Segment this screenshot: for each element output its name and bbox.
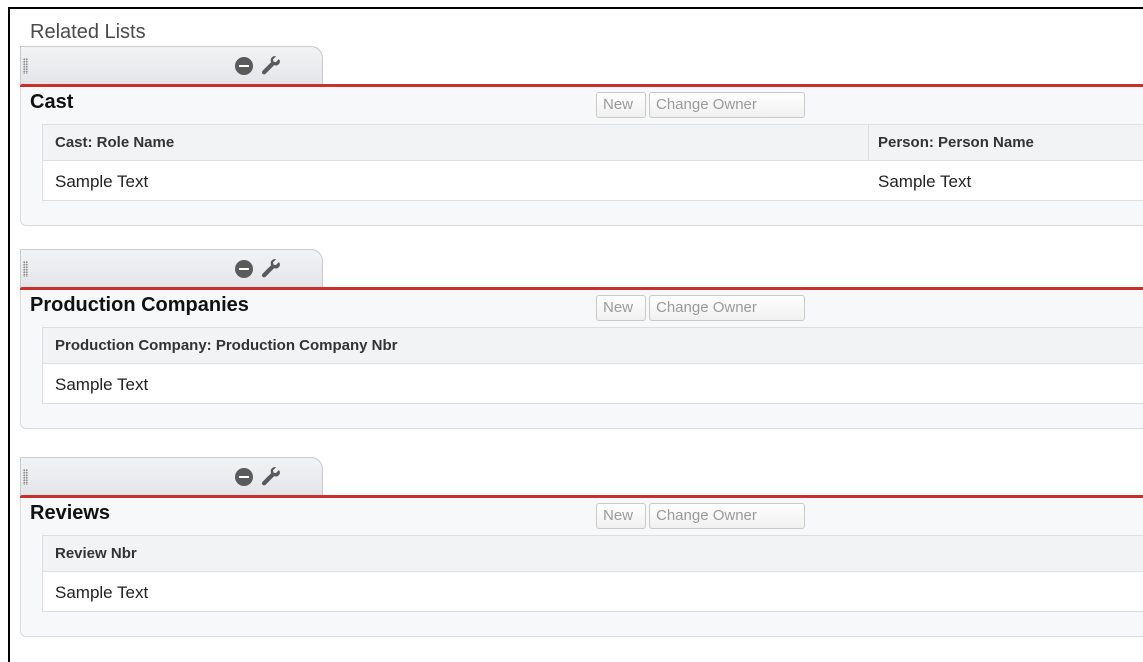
change-owner-button[interactable]: Change Owner [649, 92, 805, 118]
table-cell: Sample Text [878, 172, 972, 191]
list-panel: Reviews New Change Owner Review Nbr Samp… [20, 498, 1143, 637]
list-handle-tab[interactable] [20, 46, 323, 84]
wrench-icon[interactable] [260, 258, 282, 280]
list-table: Production Company: Production Company N… [42, 327, 1143, 404]
new-button[interactable]: New [596, 92, 646, 118]
change-owner-button[interactable]: Change Owner [649, 295, 805, 321]
column-header[interactable]: Cast: Role Name [55, 125, 174, 161]
list-panel: Cast New Change Owner Cast: Role Name Pe… [20, 87, 1143, 226]
drag-handle-icon[interactable] [23, 58, 28, 74]
new-button[interactable]: New [596, 503, 646, 529]
drag-handle-icon[interactable] [23, 261, 28, 277]
list-handle-tab[interactable] [20, 249, 323, 287]
list-title: Cast [30, 91, 74, 113]
column-header[interactable]: Person: Person Name [878, 125, 1034, 161]
drag-handle-icon[interactable] [23, 469, 28, 485]
remove-icon[interactable] [235, 260, 253, 278]
related-lists-canvas: Related Lists Cast New Change Owner Cast… [8, 7, 1143, 662]
table-cell: Sample Text [55, 172, 149, 191]
remove-icon[interactable] [235, 468, 253, 486]
new-button[interactable]: New [596, 295, 646, 321]
change-owner-button[interactable]: Change Owner [649, 503, 805, 529]
related-list-production-companies: Production Companies New Change Owner Pr… [20, 249, 1143, 435]
table-cell: Sample Text [55, 583, 149, 602]
list-handle-tab[interactable] [20, 457, 323, 495]
table-header: Production Company: Production Company N… [43, 328, 1143, 364]
list-table: Review Nbr Sample Text [42, 535, 1143, 612]
related-list-reviews: Reviews New Change Owner Review Nbr Samp… [20, 457, 1143, 643]
remove-icon[interactable] [235, 57, 253, 75]
wrench-icon[interactable] [260, 55, 282, 77]
list-title: Production Companies [30, 294, 249, 316]
section-title: Related Lists [30, 21, 146, 43]
column-header[interactable]: Review Nbr [55, 536, 137, 572]
table-header: Cast: Role Name Person: Person Name [43, 125, 1143, 161]
table-header: Review Nbr [43, 536, 1143, 572]
table-cell: Sample Text [55, 375, 149, 394]
related-list-cast: Cast New Change Owner Cast: Role Name Pe… [20, 46, 1143, 232]
wrench-icon[interactable] [260, 466, 282, 488]
column-divider [868, 125, 869, 161]
list-table: Cast: Role Name Person: Person Name Samp… [42, 124, 1143, 201]
list-panel: Production Companies New Change Owner Pr… [20, 290, 1143, 429]
column-header[interactable]: Production Company: Production Company N… [55, 328, 398, 364]
list-title: Reviews [30, 502, 111, 524]
